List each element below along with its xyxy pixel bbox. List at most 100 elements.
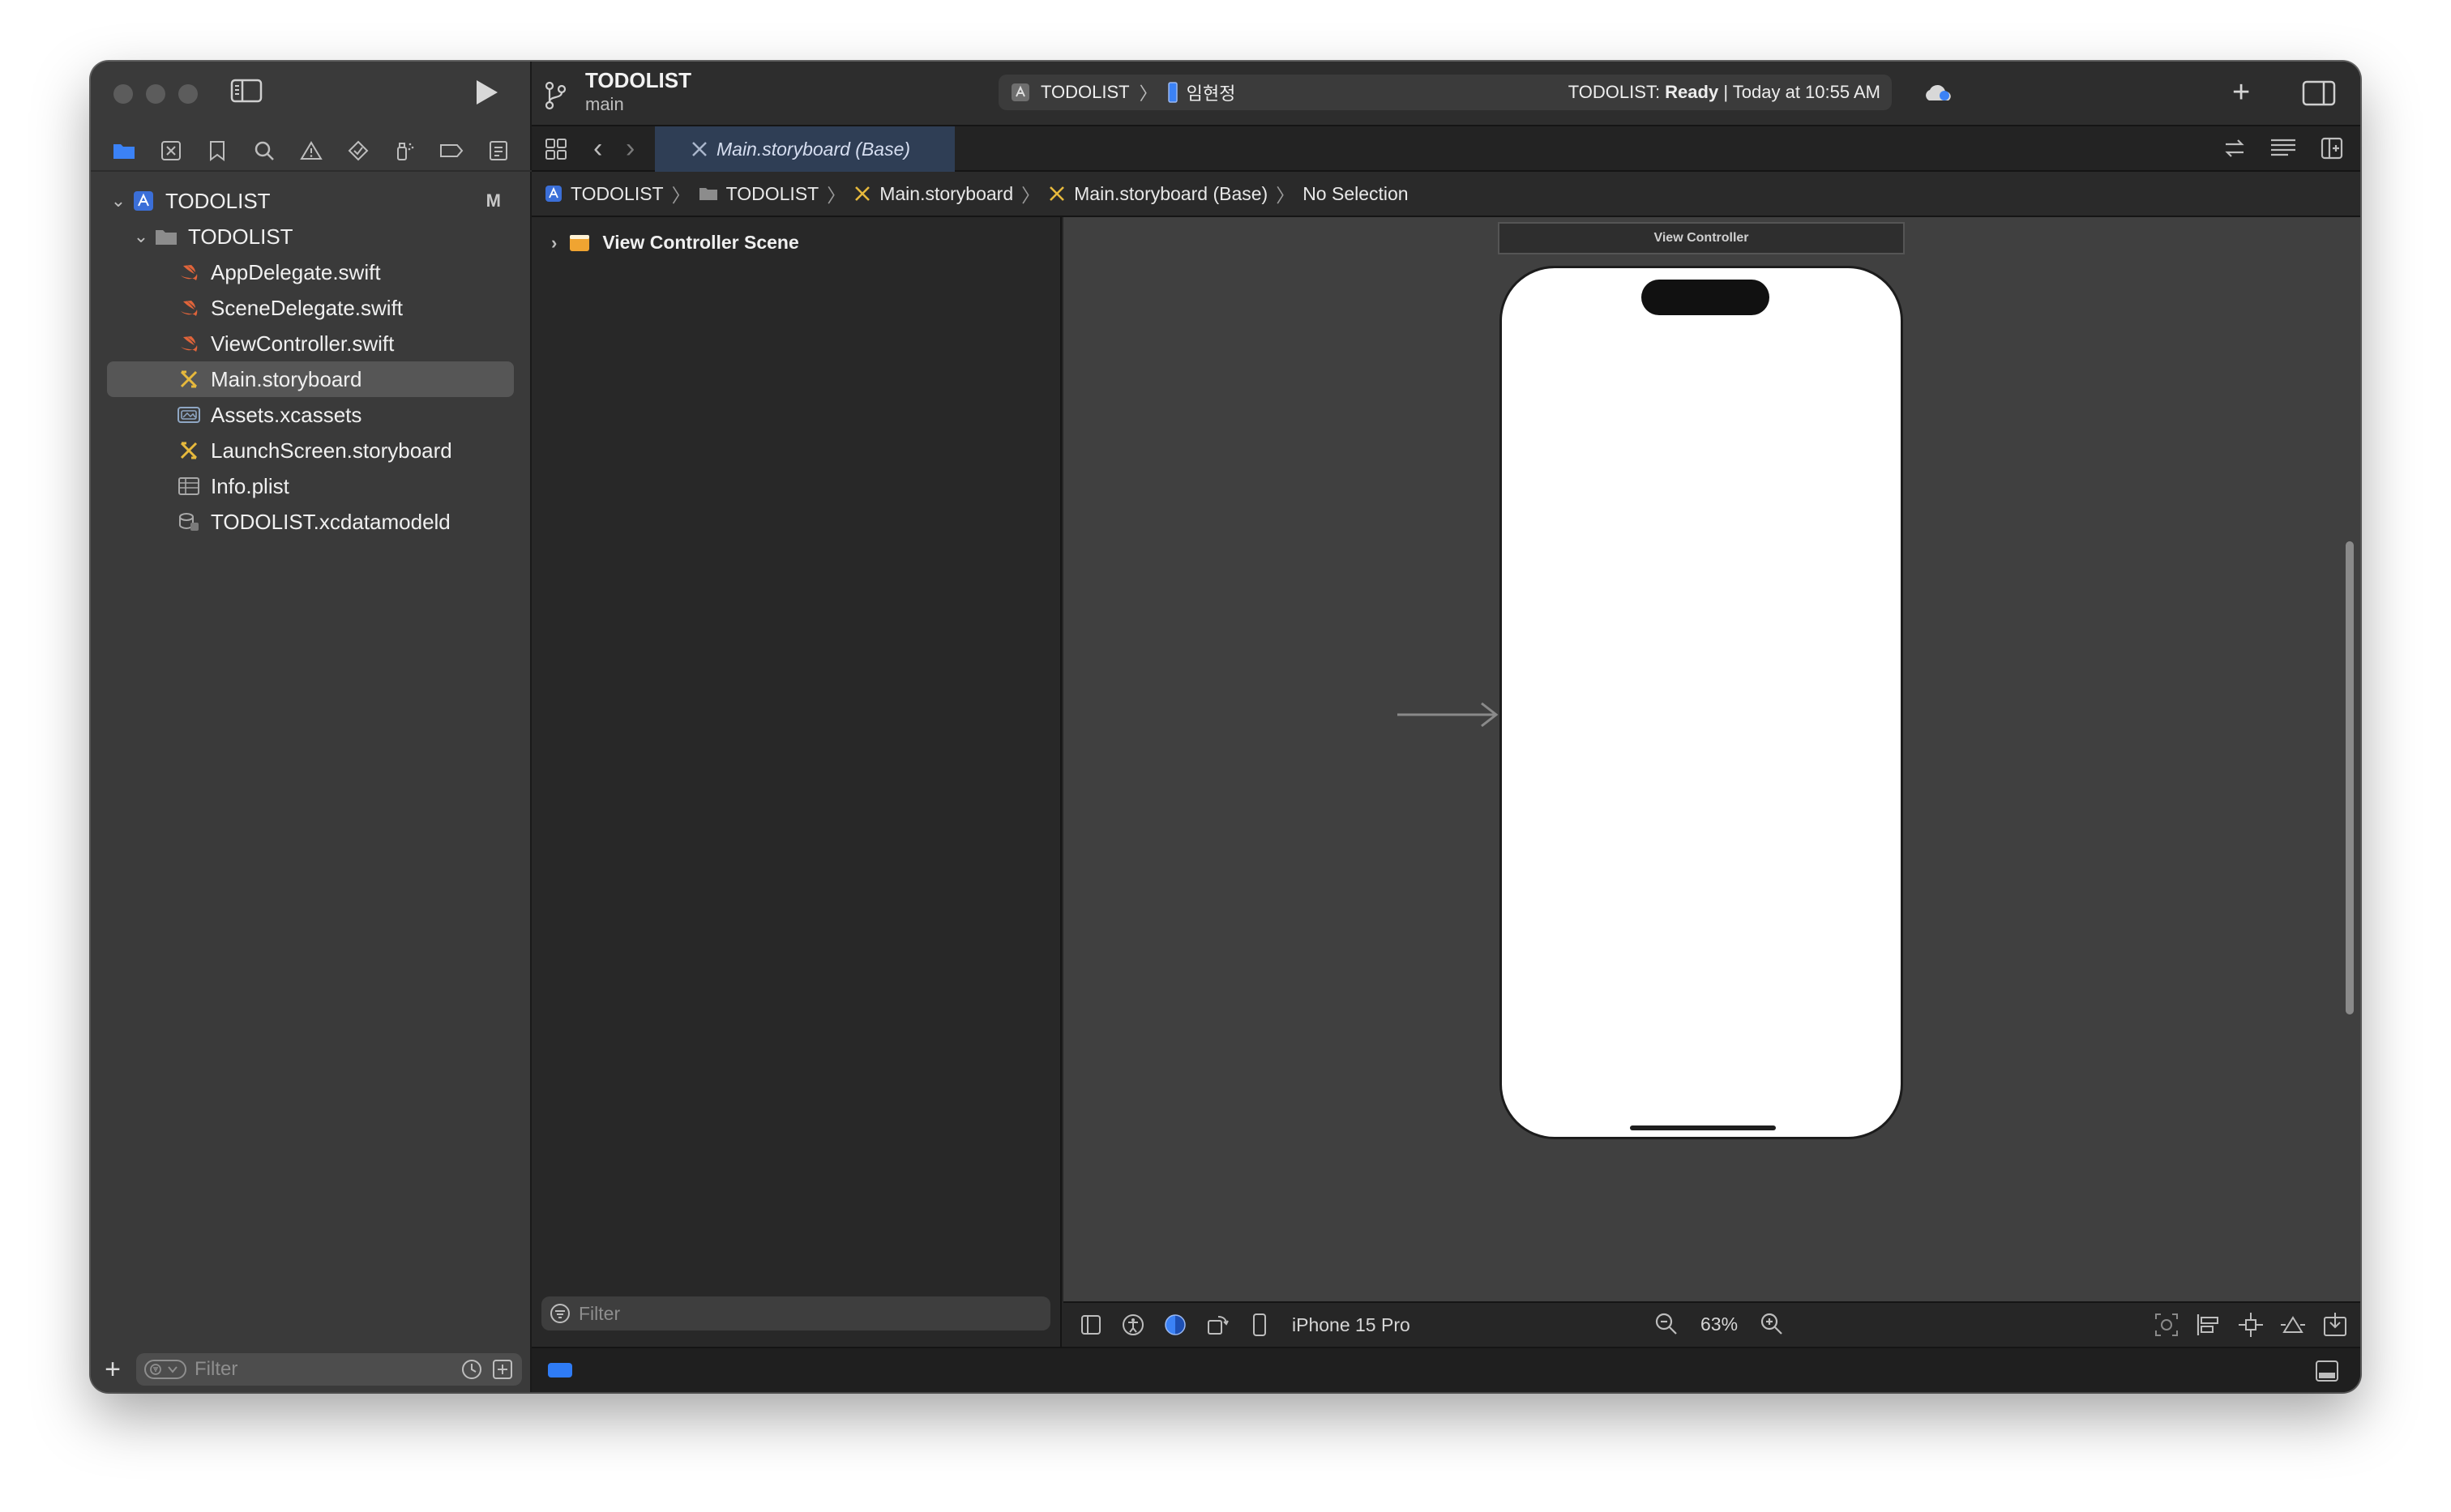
issue-navigator-warning-icon[interactable] <box>297 137 325 164</box>
close-window-button[interactable] <box>113 84 133 104</box>
swift-file-icon <box>175 296 203 320</box>
project-file-tree: ⌄ TODOLIST M ⌄ TODOLIST AppDelegate.swif… <box>107 183 514 540</box>
xcode-project-icon <box>130 189 157 213</box>
recent-files-clock-icon[interactable] <box>460 1358 483 1381</box>
navigator-selector-bar <box>91 131 532 172</box>
filter-options-icon[interactable] <box>144 1359 186 1380</box>
iphone-device-icon <box>1167 82 1178 103</box>
file-name-label: LaunchScreen.storyboard <box>211 438 452 463</box>
scheme-and-status-bar: TODOLIST 〉 임현정 TODOLIST: Ready | Today a… <box>999 75 1892 110</box>
breadcrumb-item-project[interactable]: TODOLIST <box>545 183 664 205</box>
file-name-label: TODOLIST.xcdatamodeld <box>211 509 451 534</box>
breadcrumb-item-localization[interactable]: Main.storyboard (Base) <box>1048 183 1268 205</box>
jump-bar-breadcrumb: TODOLIST 〉 TODOLIST 〉 Main.storyboard 〉 … <box>532 172 2360 217</box>
zoom-level[interactable]: 63% <box>1700 1313 1738 1335</box>
tree-row-project[interactable]: ⌄ TODOLIST M <box>107 183 514 219</box>
breadcrumb-item-group[interactable]: TODOLIST <box>699 183 819 205</box>
tree-row-file[interactable]: SceneDelegate.swift <box>107 290 514 326</box>
tree-row-file-selected[interactable]: Main.storyboard <box>107 361 514 397</box>
breakpoints-toggle-icon[interactable] <box>548 1363 572 1377</box>
breakpoint-navigator-icon[interactable] <box>438 137 465 164</box>
library-add-button[interactable]: + <box>2232 75 2250 110</box>
navigator-filter-bar: + Filter <box>91 1347 530 1392</box>
tree-row-file[interactable]: Assets.xcassets <box>107 397 514 433</box>
file-name-label: Main.storyboard <box>211 366 362 391</box>
scheme-selector[interactable]: TODOLIST <box>1041 82 1130 103</box>
chevron-right-icon: 〉 <box>1276 185 1295 206</box>
swap-arrows-icon[interactable] <box>2219 133 2250 164</box>
chevron-right-icon: 〉 <box>1139 83 1157 104</box>
align-icon[interactable] <box>2195 1311 2222 1339</box>
device-selector[interactable]: iPhone 15 Pro <box>1292 1314 1410 1336</box>
chevron-down-icon[interactable]: ⌄ <box>130 226 152 247</box>
chevron-right-icon: 〉 <box>671 185 691 206</box>
add-editor-split-icon[interactable] <box>2316 133 2347 164</box>
zoom-window-button[interactable] <box>178 84 198 104</box>
outline-filter-input[interactable]: Filter <box>541 1296 1050 1330</box>
source-control-filter-icon[interactable] <box>491 1358 514 1381</box>
debug-area-toggle-icon[interactable] <box>2315 1360 2339 1382</box>
storyboard-file-icon <box>175 438 203 463</box>
embed-in-icon[interactable] <box>2321 1311 2349 1339</box>
status-time: | Today at 10:55 AM <box>1718 82 1880 102</box>
source-control-navigator-icon[interactable] <box>157 137 185 164</box>
run-destination-selector[interactable]: 임현정 <box>1187 79 1236 105</box>
file-name-label: Assets.xcassets <box>211 402 362 427</box>
outline-row-scene[interactable]: › View Controller Scene <box>551 232 799 254</box>
cloud-status-icon[interactable] <box>1923 81 1955 105</box>
toolbar-branch-name[interactable]: main <box>585 94 624 115</box>
related-items-grid-icon[interactable] <box>543 136 569 162</box>
navigate-back-chevron-icon[interactable]: ‹ <box>593 135 602 162</box>
chevron-right-icon[interactable]: › <box>551 233 557 254</box>
navigator-filter-input[interactable]: Filter <box>136 1353 522 1386</box>
storyboard-file-icon <box>692 142 707 156</box>
tree-row-file[interactable]: Info.plist <box>107 468 514 504</box>
breadcrumb-label: TODOLIST <box>571 182 664 204</box>
tree-row-file[interactable]: ViewController.swift <box>107 326 514 361</box>
zoom-in-icon[interactable] <box>1759 1311 1785 1337</box>
bookmark-navigator-icon[interactable] <box>203 137 231 164</box>
tree-row-file[interactable]: TODOLIST.xcdatamodeld <box>107 504 514 540</box>
document-outline-toggle-icon[interactable] <box>1076 1310 1106 1339</box>
tab-main-storyboard[interactable]: Main.storyboard (Base) <box>655 126 955 172</box>
scene-name-label: View Controller Scene <box>602 232 799 253</box>
modified-status-badge: M <box>485 190 501 211</box>
sidebar-toggle-icon[interactable] <box>230 78 263 104</box>
find-navigator-search-icon[interactable] <box>250 137 278 164</box>
scene-title-bar[interactable]: View Controller <box>1498 222 1905 254</box>
project-navigator-folder-icon[interactable] <box>110 137 138 164</box>
report-navigator-icon[interactable] <box>485 137 512 164</box>
orientation-rotate-icon[interactable] <box>1203 1310 1232 1339</box>
minimize-window-button[interactable] <box>146 84 165 104</box>
status-prefix: TODOLIST: <box>1568 82 1666 102</box>
toolbar-project-name: TODOLIST <box>585 68 691 92</box>
file-name-label: SceneDelegate.swift <box>211 295 404 320</box>
update-frames-icon[interactable] <box>2153 1311 2180 1339</box>
initial-view-controller-arrow-icon[interactable] <box>1397 698 1499 731</box>
view-controller-iphone-frame[interactable] <box>1499 266 1903 1139</box>
tree-row-group[interactable]: ⌄ TODOLIST <box>107 219 514 254</box>
breadcrumb-item-selection[interactable]: No Selection <box>1302 183 1408 205</box>
add-constraints-icon[interactable] <box>2237 1311 2265 1339</box>
zoom-out-icon[interactable] <box>1653 1311 1679 1337</box>
tree-row-file[interactable]: AppDelegate.swift <box>107 254 514 290</box>
zoom-controls: 63% <box>1653 1311 1785 1337</box>
resolve-layout-issues-icon[interactable] <box>2279 1311 2307 1339</box>
tree-row-file[interactable]: LaunchScreen.storyboard <box>107 433 514 468</box>
storyboard-canvas[interactable]: View Controller <box>1063 217 2360 1347</box>
accessibility-icon[interactable] <box>1119 1310 1148 1339</box>
inspector-toggle-icon[interactable] <box>2302 79 2336 107</box>
breadcrumb-item-file[interactable]: Main.storyboard <box>853 183 1013 205</box>
run-button-play-icon[interactable] <box>472 76 501 109</box>
canvas-vertical-scrollbar[interactable] <box>2346 541 2354 1014</box>
debug-navigator-spray-icon[interactable] <box>391 137 418 164</box>
device-iphone-icon[interactable] <box>1245 1310 1274 1339</box>
folder-icon <box>699 188 717 200</box>
chevron-right-icon: 〉 <box>1021 185 1041 206</box>
appearance-dark-mode-icon[interactable] <box>1161 1310 1190 1339</box>
chevron-down-icon[interactable]: ⌄ <box>107 190 130 211</box>
navigate-forward-chevron-icon[interactable]: › <box>626 135 635 162</box>
editor-options-lines-icon[interactable] <box>2268 133 2299 164</box>
add-file-plus-icon[interactable]: + <box>99 1356 126 1383</box>
test-navigator-diamond-icon[interactable] <box>344 137 372 164</box>
